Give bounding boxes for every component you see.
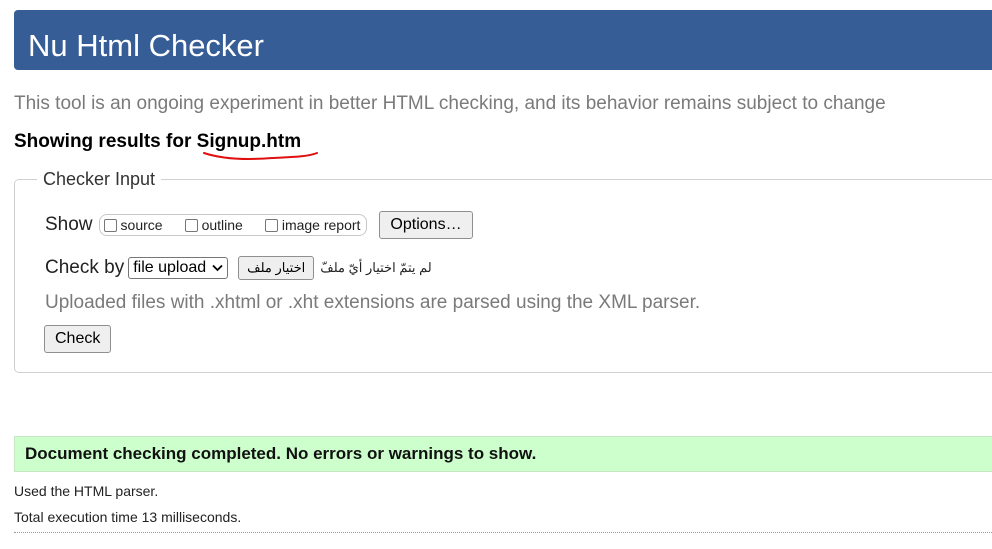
results-prefix: Showing results for: [14, 131, 192, 152]
show-options-group: source outline image report: [98, 214, 368, 236]
results-filename: Signup.htm: [196, 131, 302, 152]
page-title: Nu Html Checker: [28, 28, 264, 63]
outline-checkbox-label: outline: [201, 217, 243, 233]
divider: [14, 532, 992, 533]
execution-time: Total execution time 13 milliseconds.: [14, 509, 242, 525]
image-report-checkbox-label: image report: [281, 217, 361, 233]
check-by-select[interactable]: file upload: [128, 257, 229, 279]
parser-info: Used the HTML parser.: [14, 483, 159, 499]
choose-file-button[interactable]: اختيار ملف: [238, 256, 315, 280]
red-underline-annotation: [203, 152, 318, 160]
options-button[interactable]: Options…: [379, 211, 473, 239]
source-checkbox[interactable]: [103, 218, 117, 232]
outline-checkbox[interactable]: [184, 218, 198, 232]
image-report-checkbox[interactable]: [264, 218, 278, 232]
intro-text: This tool is an ongoing experiment in be…: [14, 93, 886, 114]
chevron-down-icon: [212, 264, 223, 272]
show-outline-option[interactable]: outline: [184, 217, 243, 233]
xml-parser-note: Uploaded files with .xhtml or .xht exten…: [45, 292, 701, 313]
check-by-label: Check by: [45, 257, 125, 278]
check-by-selected-value: file upload: [133, 259, 207, 276]
app-header: Nu Html Checker: [14, 10, 992, 70]
check-button[interactable]: Check: [44, 325, 112, 353]
source-checkbox-label: source: [120, 217, 163, 233]
no-file-chosen-text: لم يتمّ اختيار أيّ ملفّ: [320, 260, 432, 275]
show-image-report-option[interactable]: image report: [264, 217, 361, 233]
check-by-row: Check by file upload اختيار ملف لم يتمّ …: [45, 255, 432, 281]
checker-input-legend: Checker Input: [43, 169, 156, 189]
status-success-message: Document checking completed. No errors o…: [14, 436, 992, 472]
show-source-option[interactable]: source: [103, 217, 163, 233]
show-label: Show: [45, 214, 93, 235]
show-options-row: Show source outline image report Options…: [45, 211, 473, 239]
